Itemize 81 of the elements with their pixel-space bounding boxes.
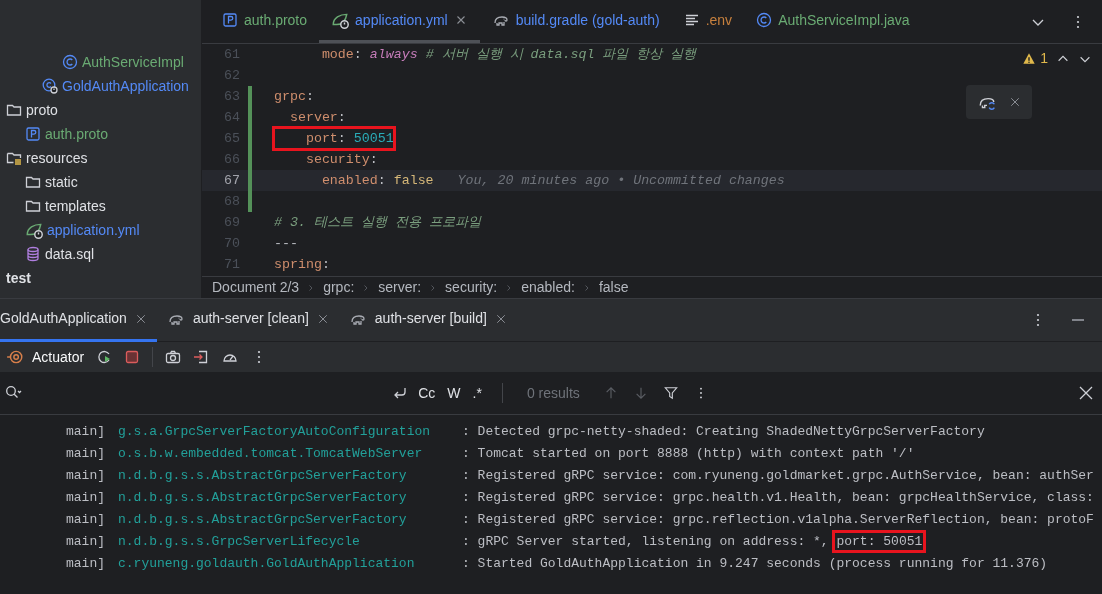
code-line: grpc: [274, 88, 314, 106]
tree-item[interactable]: proto [26, 98, 58, 122]
warning-count: 1 [1040, 49, 1048, 68]
folder-icon [6, 102, 22, 118]
thread-name: main] [66, 555, 106, 573]
code-line: server: [288, 109, 346, 127]
camera-icon[interactable] [165, 349, 182, 365]
code-line: mode: always # 서버 실행 시 data.sql 파일 항상 실행 [320, 46, 697, 64]
run-tab[interactable]: auth-server [clean] [156, 298, 339, 342]
log-message: : Registered gRPC service: grpc.health.v1.Health, bean: grpcHealthService, class: [462, 490, 1094, 505]
results-count: 0 results [526, 383, 580, 403]
code-line: port: 50051 [274, 128, 394, 149]
log-message: : Registered gRPC service: com.ryuneng.goldmarket.grpc.AuthService, bean: authSer [462, 468, 1094, 483]
application-icon [42, 78, 58, 94]
exit-icon[interactable] [193, 349, 210, 365]
tree-item[interactable]: data.sql [45, 242, 95, 266]
editor-tab[interactable]: application.yml [319, 0, 480, 43]
logger-name: n.d.b.g.s.s.AbstractGrpcServerFactory [118, 511, 408, 529]
resources-folder-icon [6, 150, 22, 166]
warning-icon [1022, 51, 1037, 66]
leaf-icon [331, 11, 350, 29]
tree-item[interactable]: templates [45, 194, 106, 218]
folder-icon [25, 174, 41, 190]
tree-item[interactable]: GoldAuthApplication [62, 74, 189, 98]
line-number: 67 [223, 172, 240, 190]
close-icon[interactable] [1078, 385, 1094, 401]
logger-name: n.d.b.g.s.s.AbstractGrpcServerFactory [118, 489, 408, 507]
class-icon [62, 54, 78, 70]
editor-tab[interactable]: .env [671, 0, 745, 43]
blame-annotation: You, 20 minutes ago • Uncommitted changes [457, 172, 785, 190]
code-line: security: [304, 151, 378, 169]
logger-name: n.d.b.g.s.s.AbstractGrpcServerFactory [118, 467, 408, 485]
thread-name: main] [66, 445, 106, 463]
tree-item[interactable]: AuthServiceImpl [82, 50, 184, 74]
tree-item[interactable]: test [6, 266, 31, 290]
proto-file-icon [25, 126, 41, 142]
search-option[interactable]: Cc [414, 382, 440, 404]
breadcrumb-item[interactable]: security: [445, 277, 498, 298]
log-message: : Started GoldAuthApplication in 9.247 seconds (process running for 11.376) [462, 556, 1048, 571]
code-line: spring: [274, 256, 330, 274]
class-icon [756, 12, 773, 28]
run-tab[interactable]: auth-server [build] [338, 298, 517, 342]
search-option[interactable]: .* [468, 382, 486, 404]
editor-tab[interactable]: auth.proto [210, 0, 320, 43]
leaf-icon [25, 221, 43, 239]
code-line: # 3. 테스트 실행 전용 프로파일 [274, 214, 481, 232]
breadcrumb-item[interactable]: enabled: [521, 277, 575, 298]
logger-name: c.ryuneng.goldauth.GoldAuthApplication [118, 555, 416, 573]
thread-name: main] [66, 423, 106, 441]
code-line: enabled: false [320, 172, 434, 190]
thread-name: main] [66, 489, 106, 507]
tree-item[interactable]: static [45, 170, 78, 194]
breadcrumb-item[interactable]: grpc: [323, 277, 355, 298]
target-icon [6, 348, 24, 366]
logger-name: o.s.b.w.embedded.tomcat.TomcatWebServer [118, 445, 424, 463]
logger-name: n.d.b.g.s.s.GrpcServerLifecycle [118, 533, 361, 551]
stop-icon[interactable] [124, 349, 141, 365]
chevron-right-icon [582, 282, 591, 293]
breadcrumb-item[interactable]: Document 2/3 [212, 277, 300, 298]
editor-tab[interactable]: build.gradle (gold-auth) [479, 0, 672, 43]
breadcrumb-item[interactable]: false [598, 277, 629, 298]
code-line: --- [274, 235, 298, 253]
thread-name: main] [66, 467, 106, 485]
log-message: : Tomcat started on port 8888 (http) with context path '/' [462, 446, 915, 461]
text-file-icon [683, 12, 700, 28]
tree-item[interactable]: application.yml [47, 218, 140, 242]
editor-tab[interactable]: AuthServiceImpl.java [744, 0, 922, 43]
log-message: : Registered gRPC service: grpc.reflection.v1alpha.ServerReflection, bean: protoF [462, 512, 1094, 527]
folder-icon [25, 198, 41, 214]
tree-item[interactable]: resources [26, 146, 88, 170]
proto-file-icon [222, 12, 238, 28]
thread-name: main] [66, 533, 106, 551]
database-icon [25, 246, 41, 262]
logger-name: g.s.a.GrpcServerFactoryAutoConfiguration [118, 423, 432, 441]
thread-name: main] [66, 511, 106, 529]
search-option[interactable]: W [443, 382, 465, 404]
log-message: : Detected grpc-netty-shaded: Creating ShadedNettyGrpcServerFactory [462, 424, 985, 439]
actuator-button[interactable]: Actuator [6, 346, 85, 368]
filter-icon[interactable] [663, 385, 678, 401]
breadcrumb-item[interactable]: server: [378, 277, 422, 298]
tree-item[interactable]: auth.proto [45, 122, 109, 146]
